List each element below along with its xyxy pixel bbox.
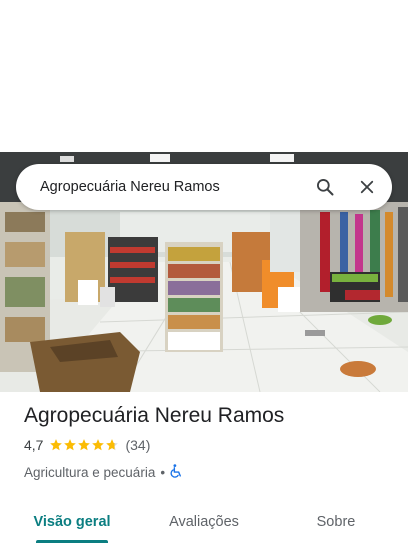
rating-value: 4,7 <box>24 437 44 453</box>
separator-dot: • <box>160 465 166 480</box>
star-icon <box>78 439 91 451</box>
star-icon <box>106 439 119 451</box>
place-category: Agricultura e pecuária <box>24 465 156 480</box>
star-rating <box>49 438 119 452</box>
review-count[interactable]: (34) <box>125 437 150 453</box>
rating-row[interactable]: 4,7 (34) <box>24 437 150 453</box>
star-icon <box>50 439 63 451</box>
search-bar[interactable]: Agropecuária Nereu Ramos <box>16 164 392 210</box>
tab-reviews[interactable]: Avaliações <box>156 502 252 542</box>
category-row: Agricultura e pecuária • <box>24 464 183 481</box>
star-icon <box>92 439 105 451</box>
tab-overview[interactable]: Visão geral <box>24 502 120 542</box>
tab-about[interactable]: Sobre <box>300 502 372 542</box>
close-icon[interactable] <box>352 172 382 202</box>
star-icon <box>64 439 77 451</box>
place-tabs: Visão geral Avaliações Sobre <box>0 502 408 544</box>
blank-map-area <box>0 0 408 152</box>
search-icon[interactable] <box>310 172 340 202</box>
wheelchair-icon <box>170 464 183 481</box>
search-query-text[interactable]: Agropecuária Nereu Ramos <box>40 179 298 195</box>
place-title: Agropecuária Nereu Ramos <box>24 404 285 427</box>
place-info-panel: Agropecuária Nereu Ramos 4,7 (34) Agricu… <box>0 392 408 544</box>
active-tab-indicator <box>36 540 108 543</box>
